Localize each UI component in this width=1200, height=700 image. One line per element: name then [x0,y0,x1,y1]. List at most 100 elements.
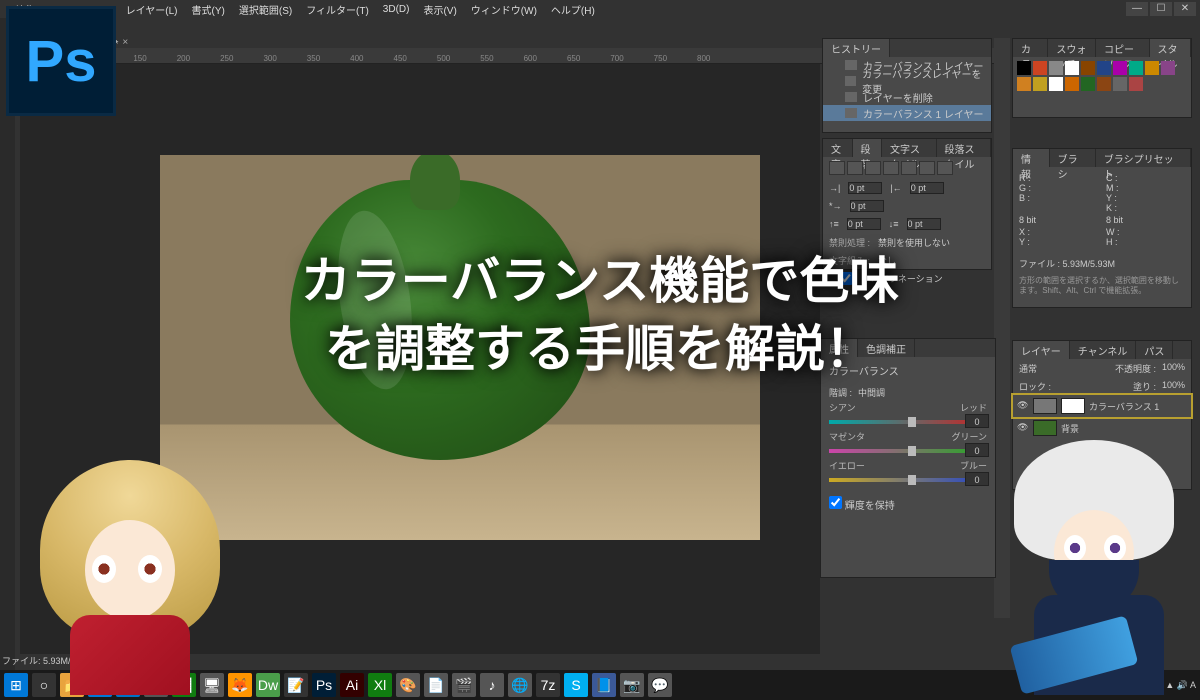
system-tray[interactable]: ▲ 🔊 A [1165,680,1196,691]
tab-color[interactable]: カラー [1013,39,1048,57]
style-swatch[interactable] [1129,61,1143,75]
style-swatch[interactable] [1049,61,1063,75]
history-item-selected[interactable]: カラーバランス 1 レイヤー [823,105,991,121]
tab-brush[interactable]: ブラシ [1050,149,1096,167]
indent-right-input[interactable] [910,182,944,194]
justify-center-icon[interactable] [901,161,917,175]
style-swatch[interactable] [1017,77,1031,91]
slider-value[interactable]: 0 [965,414,989,428]
taskbar-app-icon[interactable]: Xl [368,673,392,697]
taskbar-app-icon[interactable]: 🎨 [396,673,420,697]
taskbar-app-icon[interactable]: 🌐 [508,673,532,697]
color-balance-slider[interactable] [829,449,987,453]
style-swatch[interactable] [1145,61,1159,75]
document-canvas[interactable] [160,155,760,540]
tab-channels[interactable]: チャンネル [1070,341,1137,359]
tab-properties[interactable]: 属性 [821,339,858,357]
maximize-button[interactable]: ☐ [1150,2,1172,16]
slider-value[interactable]: 0 [965,472,989,486]
taskbar-app-icon[interactable]: 📘 [592,673,616,697]
style-swatch[interactable] [1065,61,1079,75]
menu-3d[interactable]: 3D(D) [383,4,410,15]
tone-select[interactable]: 中間調 [858,386,885,399]
info-hint: 方形の範囲を選択するか、選択範囲を移動します。Shift、Alt、Ctrl で機… [1013,274,1191,299]
color-balance-slider[interactable] [829,478,987,482]
minimize-button[interactable]: — [1126,2,1148,16]
justify-all-icon[interactable] [937,161,953,175]
mojikumi-select[interactable]: なし [878,254,896,267]
tab-styles[interactable]: スタイル [1150,39,1192,57]
style-swatch[interactable] [1081,61,1095,75]
tab-layers[interactable]: レイヤー [1013,341,1070,359]
slider-value[interactable]: 0 [965,443,989,457]
tab-info[interactable]: 情報 [1013,149,1050,167]
menu-window[interactable]: ウィンドウ(W) [471,2,537,17]
indent-left-input[interactable] [848,182,882,194]
style-swatch[interactable] [1065,77,1079,91]
fill-value[interactable]: 100% [1162,380,1185,393]
layer-row-colorbalance[interactable]: 👁 カラーバランス 1 [1013,395,1191,417]
history-item[interactable]: カラーバランスレイヤーを変更 [823,73,991,89]
style-swatch[interactable] [1097,77,1111,91]
tab-character[interactable]: 文字 [823,139,853,157]
taskbar-app-icon[interactable]: 📝 [284,673,308,697]
preserve-luminosity-checkbox[interactable] [829,496,842,509]
style-swatch[interactable] [1033,61,1047,75]
style-swatch[interactable] [1113,77,1127,91]
menu-type[interactable]: 書式(Y) [192,2,225,17]
style-swatch[interactable] [1097,61,1111,75]
taskbar-app-icon[interactable]: 7z [536,673,560,697]
tab-swatches[interactable]: スウォッチ [1048,39,1096,57]
visibility-toggle-icon[interactable]: 👁 [1017,422,1029,434]
close-tab-icon[interactable]: × [122,37,128,48]
style-swatch[interactable] [1129,77,1143,91]
tab-paths[interactable]: パス [1136,341,1173,359]
tab-parastyle[interactable]: 段落スタイル [937,139,992,157]
style-swatch[interactable] [1033,77,1047,91]
justify-right-icon[interactable] [919,161,935,175]
space-after-input[interactable] [907,218,941,230]
tab-brushpreset[interactable]: ブラシプリセット [1096,149,1191,167]
taskbar-app-icon[interactable]: 📄 [424,673,448,697]
taskbar-app-icon[interactable]: Dw [256,673,280,697]
tab-charstyle[interactable]: 文字スタイル [882,139,937,157]
taskbar-app-icon[interactable]: S [564,673,588,697]
align-center-icon[interactable] [847,161,863,175]
indent-first-input[interactable] [850,200,884,212]
visibility-toggle-icon[interactable]: 👁 [1017,400,1029,412]
color-balance-slider[interactable] [829,420,987,424]
justify-left-icon[interactable] [883,161,899,175]
style-swatch[interactable] [1017,61,1031,75]
style-swatch[interactable] [1049,77,1063,91]
menu-view[interactable]: 表示(V) [423,2,456,17]
menu-filter[interactable]: フィルター(T) [306,2,369,17]
hyphenation-checkbox[interactable] [829,272,863,285]
taskbar-app-icon[interactable]: 🦊 [228,673,252,697]
tab-paragraph[interactable]: 段落 [853,139,883,157]
taskbar-app-icon[interactable]: 🎬 [452,673,476,697]
space-before-input[interactable] [847,218,881,230]
tab-clonesource[interactable]: コピーソース [1096,39,1149,57]
taskbar-app-icon[interactable]: Ps [312,673,336,697]
align-left-icon[interactable] [829,161,845,175]
style-swatch[interactable] [1113,61,1127,75]
tab-adjustments[interactable]: 色調補正 [858,339,915,357]
kinsoku-select[interactable]: 禁則を使用しない [878,236,950,249]
taskbar-app-icon[interactable]: ♪ [480,673,504,697]
menu-select[interactable]: 選択範囲(S) [239,2,292,17]
history-tab[interactable]: ヒストリー [823,39,890,57]
align-right-icon[interactable] [865,161,881,175]
taskbar-app-icon[interactable]: Ai [340,673,364,697]
blend-mode-select[interactable]: 通常 [1019,362,1037,375]
style-swatch[interactable] [1161,61,1175,75]
style-swatch[interactable] [1081,77,1095,91]
menu-help[interactable]: ヘルプ(H) [551,2,595,17]
taskbar-app-icon[interactable]: ⊞ [4,673,28,697]
menu-layer[interactable]: レイヤー(L) [126,2,178,17]
layer-row-background[interactable]: 👁 背景 [1013,417,1191,439]
taskbar-app-icon[interactable]: 📷 [620,673,644,697]
close-button[interactable]: ✕ [1174,2,1196,16]
opacity-value[interactable]: 100% [1162,362,1185,375]
taskbar-app-icon[interactable]: 💬 [648,673,672,697]
indent-left-icon: →| [829,183,840,193]
